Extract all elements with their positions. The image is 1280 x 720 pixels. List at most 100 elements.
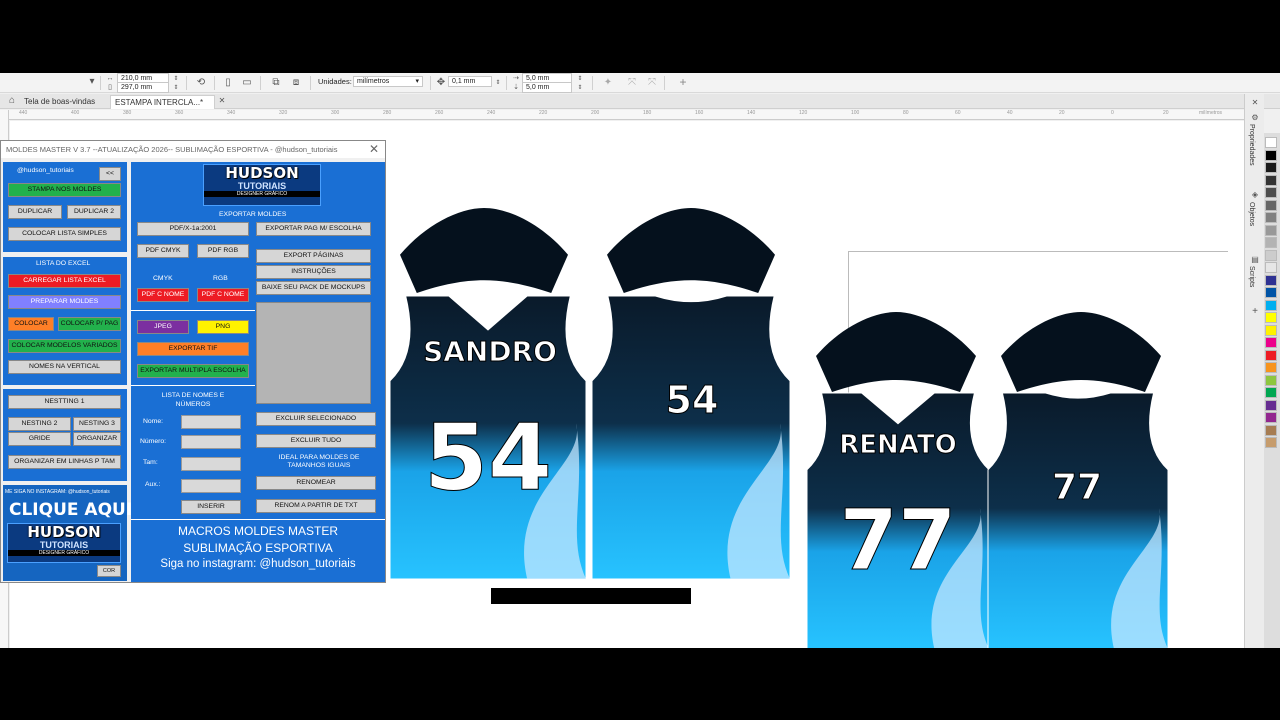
renom-txt-button[interactable]: RENOM A PARTIR DE TXT xyxy=(256,499,376,513)
nesting2-button[interactable]: NESTING 2 xyxy=(8,417,71,431)
aux-input[interactable] xyxy=(181,479,241,493)
color-swatch[interactable] xyxy=(1265,162,1277,173)
page-height-field[interactable]: 297,0 mm xyxy=(117,82,169,93)
color-swatch[interactable] xyxy=(1265,237,1277,248)
tam-input[interactable] xyxy=(181,457,241,471)
jpeg-button[interactable]: JPEG xyxy=(137,320,189,334)
instrucoes-button[interactable]: INSTRUÇÕES xyxy=(256,265,371,279)
landscape-icon[interactable]: ▭ xyxy=(241,77,253,89)
color-swatch[interactable] xyxy=(1265,224,1277,236)
close-icon[interactable]: ✕ xyxy=(369,142,379,156)
gride-button[interactable]: GRIDE xyxy=(8,432,71,446)
spin-icon[interactable]: ⇕ xyxy=(574,82,586,94)
color-swatch[interactable] xyxy=(1265,137,1277,148)
color-swatch[interactable] xyxy=(1265,174,1277,186)
organizar-button[interactable]: ORGANIZAR xyxy=(73,432,121,446)
close-tab-icon[interactable]: ✕ xyxy=(216,95,228,107)
transform-icon[interactable]: ⟲ xyxy=(195,77,207,89)
duplicate-y-field[interactable]: 5,0 mm xyxy=(522,82,572,93)
exportar-paginas-button[interactable]: EXPORT PÁGINAS xyxy=(256,249,371,263)
duplicar2-button[interactable]: DUPLICAR 2 xyxy=(67,205,121,219)
pdf-cmyk-button[interactable]: PDF CMYK xyxy=(137,244,189,258)
color-swatch[interactable] xyxy=(1265,387,1277,398)
color-swatch[interactable] xyxy=(1265,362,1277,373)
cor-button[interactable]: COR xyxy=(97,565,121,577)
pdfx-button[interactable]: PDF/X-1a:2001 xyxy=(137,222,249,236)
color-swatch[interactable] xyxy=(1265,412,1277,423)
carregar-button[interactable]: CARREGAR LISTA EXCEL xyxy=(8,274,121,288)
tab-document[interactable]: ESTAMPA INTERCLA...* xyxy=(110,95,215,109)
collapse-button[interactable]: << xyxy=(99,167,121,181)
duplicar-button[interactable]: DUPLICAR xyxy=(8,205,62,219)
pdf-nome-rgb-button[interactable]: PDF C NOME xyxy=(197,288,249,302)
tab-scripts[interactable]: Scripts xyxy=(1248,266,1255,287)
color-swatch[interactable] xyxy=(1265,437,1277,448)
color-swatch[interactable] xyxy=(1265,349,1277,361)
numero-input[interactable] xyxy=(181,435,241,449)
excluir-selecionado-button[interactable]: EXCLUIR SELECIONADO xyxy=(256,412,376,426)
color-swatch[interactable] xyxy=(1265,212,1277,223)
color-swatch[interactable] xyxy=(1265,324,1277,336)
color-swatch[interactable] xyxy=(1265,299,1277,311)
color-swatch[interactable] xyxy=(1265,337,1277,348)
stampa-button[interactable]: STAMPA NOS MOLDES xyxy=(8,183,121,197)
horizontal-ruler[interactable]: 440 400 380 360 340 320 300 280 260 240 220 200 180 1… xyxy=(9,110,1244,120)
excluir-tudo-button[interactable]: EXCLUIR TUDO xyxy=(256,434,376,448)
color-swatch[interactable] xyxy=(1265,424,1277,436)
inserir-button[interactable]: INSERIR xyxy=(181,500,241,514)
lista-nomes-label: LISTA DE NOMES E NÚMEROS xyxy=(161,392,225,408)
color-swatch[interactable] xyxy=(1265,187,1277,198)
plus-icon[interactable]: + xyxy=(1249,306,1261,318)
color-swatch[interactable] xyxy=(1265,249,1277,261)
tab-objects[interactable]: Objetos xyxy=(1248,202,1255,226)
nesting1-button[interactable]: NESTTING 1 xyxy=(8,395,121,409)
color-swatch[interactable] xyxy=(1265,262,1277,273)
color-swatch[interactable] xyxy=(1265,374,1277,386)
ruler-tick: 140 xyxy=(747,110,756,116)
color-swatch[interactable] xyxy=(1265,199,1277,211)
exportar-tif-button[interactable]: EXPORTAR TIF xyxy=(137,342,249,356)
current-page-icon[interactable]: ⧈ xyxy=(290,77,302,89)
ruler-tick: 20 xyxy=(1163,110,1169,116)
exportar-pag-button[interactable]: EXPORTAR PAG M/ ESCOLHA xyxy=(256,222,371,236)
baixe-button[interactable]: BAIXE SEU PACK DE MOCKUPS xyxy=(256,281,371,295)
color-swatch[interactable] xyxy=(1265,287,1277,298)
tab-welcome[interactable]: Tela de boas-vindas xyxy=(20,95,99,109)
color-swatch[interactable] xyxy=(1265,399,1277,411)
units-select[interactable]: milímetros ▾ xyxy=(353,76,423,87)
spin-icon[interactable]: ⇕ xyxy=(492,77,504,89)
renomear-button[interactable]: RENOMEAR xyxy=(256,476,376,490)
tool-icon[interactable]: ⤧ xyxy=(646,77,658,89)
nesting3-button[interactable]: NESTING 3 xyxy=(73,417,121,431)
exportar-multipla-button[interactable]: EXPORTAR MULTIPLA ESCOLHA xyxy=(137,364,249,378)
nomes-vertical-button[interactable]: NOMES NA VERTICAL xyxy=(8,360,121,374)
close-icon[interactable]: ✕ xyxy=(1249,97,1261,109)
sleeve-pattern xyxy=(816,312,976,392)
dropdown-arrow-icon[interactable]: ▾ xyxy=(86,76,98,88)
colocar-lista-button[interactable]: COLOCAR LISTA SIMPLES xyxy=(8,227,121,241)
spin-icon[interactable]: ⇕ xyxy=(170,82,182,94)
nudge-field[interactable]: 0,1 mm xyxy=(448,76,492,87)
pdf-nome-cmyk-button[interactable]: PDF C NOME xyxy=(137,288,189,302)
tool-icon[interactable]: ⤧ xyxy=(626,77,638,89)
hudson-logo[interactable]: HUDSON TUTORIAIS DESIGNER GRÁFICO xyxy=(7,523,121,563)
color-swatch[interactable] xyxy=(1265,274,1277,286)
color-swatch[interactable] xyxy=(1265,149,1277,161)
all-pages-icon[interactable]: ⧉ xyxy=(270,77,282,89)
pdf-rgb-button[interactable]: PDF RGB xyxy=(197,244,249,258)
clique-aqui-link[interactable]: CLIQUE AQUI xyxy=(9,500,132,520)
colocar-button[interactable]: COLOCAR xyxy=(8,317,54,331)
tool-icon[interactable]: ✦ xyxy=(602,77,614,89)
nome-input[interactable] xyxy=(181,415,241,429)
home-icon[interactable]: ⌂ xyxy=(6,95,18,107)
colocar-variados-button[interactable]: COLOCAR MODELOS VARIADOS xyxy=(8,339,121,353)
preparar-button[interactable]: PREPARAR MOLDES xyxy=(8,295,121,309)
colocar-pag-button[interactable]: COLOCAR P/ PAG xyxy=(58,317,121,331)
tab-properties[interactable]: Propriedades xyxy=(1248,124,1255,166)
plus-icon[interactable]: + xyxy=(677,76,689,88)
color-swatch[interactable] xyxy=(1265,312,1277,323)
portrait-icon[interactable]: ▯ xyxy=(222,77,234,89)
ruler-tick: 20 xyxy=(1059,110,1065,116)
png-button[interactable]: PNG xyxy=(197,320,249,334)
organizar-linhas-button[interactable]: ORGANIZAR EM LINHAS P TAM xyxy=(8,455,121,469)
